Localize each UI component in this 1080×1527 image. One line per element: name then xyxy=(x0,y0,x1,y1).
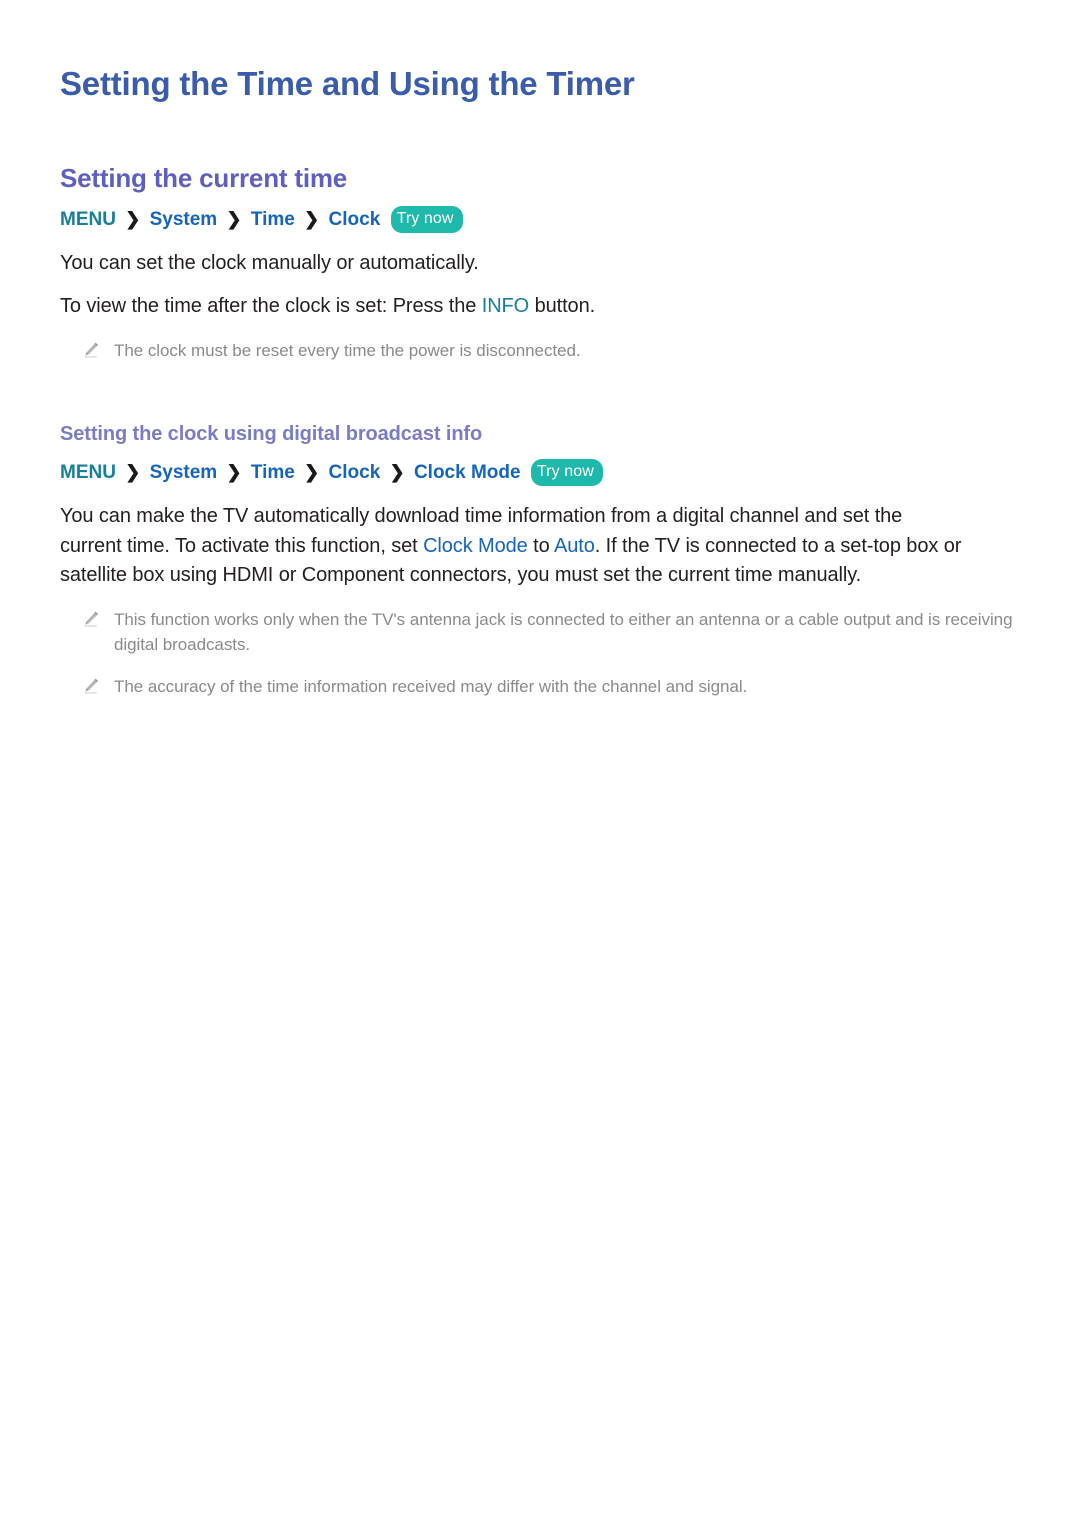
paragraph: You can set the clock manually or automa… xyxy=(60,235,1020,278)
paragraph: You can make the TV automatically downlo… xyxy=(60,488,965,590)
chevron-right-icon: ❯ xyxy=(125,462,141,483)
note-item: This function works only when the TV's a… xyxy=(60,591,1020,658)
note-item: The clock must be reset every time the p… xyxy=(60,322,1020,364)
try-now-badge[interactable]: Try now xyxy=(530,459,603,487)
note-list: The clock must be reset every time the p… xyxy=(60,322,1020,364)
chevron-right-icon: ❯ xyxy=(304,462,320,483)
section-heading: Setting the clock using digital broadcas… xyxy=(60,423,483,446)
note-text: This function works only when the TV's a… xyxy=(114,609,1013,655)
breadcrumb-item-time[interactable]: Time xyxy=(251,462,295,483)
auto-value-reference: Auto xyxy=(554,534,595,557)
breadcrumb-item-clock[interactable]: Clock xyxy=(329,209,381,230)
section-heading: Setting the current time xyxy=(60,162,348,193)
text-run: To view the time after the clock is set:… xyxy=(60,295,482,318)
text-run: You can set the clock manually or automa… xyxy=(60,252,479,275)
section-clock-digital-broadcast: Setting the clock using digital broadcas… xyxy=(60,363,1020,699)
breadcrumb-root[interactable]: MENU xyxy=(60,209,116,230)
section-setting-current-time: Setting the current time MENU ❯ System ❯… xyxy=(60,104,1020,364)
breadcrumb: MENU ❯ System ❯ Time ❯ Clock Try now xyxy=(60,206,1020,235)
chevron-right-icon: ❯ xyxy=(226,209,242,230)
note-list: This function works only when the TV's a… xyxy=(60,591,1020,700)
breadcrumb: MENU ❯ System ❯ Time ❯ Clock ❯ Clock Mod… xyxy=(60,459,1020,488)
chevron-right-icon: ❯ xyxy=(389,462,405,483)
pencil-icon xyxy=(82,610,100,628)
info-button-reference: INFO xyxy=(481,295,530,318)
pencil-icon xyxy=(82,341,100,359)
paragraph: To view the time after the clock is set:… xyxy=(60,278,1020,321)
clock-mode-reference: Clock Mode xyxy=(423,534,528,557)
try-now-badge[interactable]: Try now xyxy=(390,206,463,234)
note-text: The accuracy of the time information rec… xyxy=(114,676,748,696)
breadcrumb-item-time[interactable]: Time xyxy=(251,209,295,230)
breadcrumb-item-clock[interactable]: Clock xyxy=(329,462,381,483)
breadcrumb-item-clock-mode[interactable]: Clock Mode xyxy=(414,462,521,483)
text-run: button. xyxy=(529,295,596,318)
pencil-icon xyxy=(82,677,100,695)
chevron-right-icon: ❯ xyxy=(125,209,141,230)
document-page: Setting the Time and Using the Timer Set… xyxy=(0,0,1080,1527)
breadcrumb-root[interactable]: MENU xyxy=(60,462,116,483)
note-text: The clock must be reset every time the p… xyxy=(114,340,581,360)
breadcrumb-item-system[interactable]: System xyxy=(150,462,218,483)
chevron-right-icon: ❯ xyxy=(226,462,242,483)
chevron-right-icon: ❯ xyxy=(304,209,320,230)
text-run: to xyxy=(527,534,554,557)
page-title: Setting the Time and Using the Timer xyxy=(60,65,635,102)
note-item: The accuracy of the time information rec… xyxy=(60,658,1020,700)
breadcrumb-item-system[interactable]: System xyxy=(150,209,218,230)
